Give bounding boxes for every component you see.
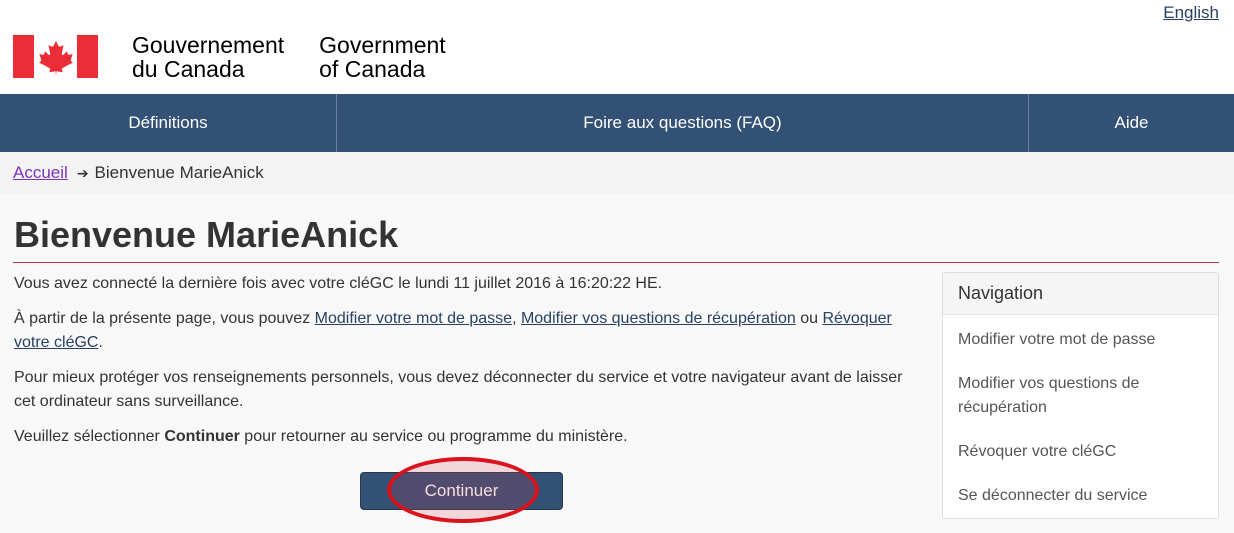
last-login-text: Vous avez connecté la dernière fois avec…: [14, 275, 663, 292]
menu-item-help[interactable]: Aide: [1029, 94, 1234, 152]
main-content: Bienvenue MarieAnick Vous avez connecté …: [0, 194, 1234, 533]
gc-signature[interactable]: Gouvernement du Canada Government of Can…: [13, 33, 446, 83]
options-text: À partir de la présente page, vous pouve…: [14, 310, 892, 351]
navigation-heading: Navigation: [943, 273, 1218, 315]
change-questions-link[interactable]: Modifier vos questions de récupération: [521, 310, 796, 327]
breadcrumb: Accueil ➔ Bienvenue MarieAnick: [0, 152, 1234, 194]
navigation-panel: Navigation Modifier votre mot de passe M…: [942, 272, 1219, 519]
breadcrumb-current: Bienvenue MarieAnick: [94, 163, 264, 182]
nav-item-sign-out[interactable]: Se déconnecter du service: [943, 479, 1218, 513]
main-menu: Définitions Foire aux questions (FAQ) Ai…: [0, 94, 1234, 152]
continue-button-wrapper: Continuer: [360, 457, 563, 523]
navigation-list: Modifier votre mot de passe Modifier vos…: [943, 315, 1218, 513]
continue-instruction-text: Veuillez sélectionner Continuer pour ret…: [14, 428, 628, 445]
page-title: Bienvenue MarieAnick: [14, 214, 399, 255]
menu-item-faq[interactable]: Foire aux questions (FAQ): [337, 94, 1029, 152]
nav-item-revoke-gckey[interactable]: Révoquer votre cléGC: [943, 435, 1218, 469]
change-password-link[interactable]: Modifier votre mot de passe: [315, 310, 512, 327]
menu-item-definitions[interactable]: Définitions: [0, 94, 337, 152]
language-toggle-link[interactable]: English: [1163, 3, 1219, 23]
welcome-text: Vous avez connecté la dernière fois avec…: [14, 272, 914, 460]
breadcrumb-home-link[interactable]: Accueil: [13, 163, 68, 183]
signature-french: Gouvernement du Canada: [132, 32, 285, 82]
signature-english: Government of Canada: [319, 32, 446, 82]
arrow-right-icon: ➔: [76, 164, 89, 181]
continue-button[interactable]: Continuer: [360, 472, 563, 510]
security-notice-text: Pour mieux protéger vos renseignements p…: [14, 369, 903, 410]
title-divider: [13, 262, 1219, 263]
nav-item-change-password[interactable]: Modifier votre mot de passe: [943, 323, 1218, 357]
canada-flag-icon: [13, 35, 98, 78]
nav-item-change-questions[interactable]: Modifier vos questions de récupération: [943, 367, 1218, 425]
